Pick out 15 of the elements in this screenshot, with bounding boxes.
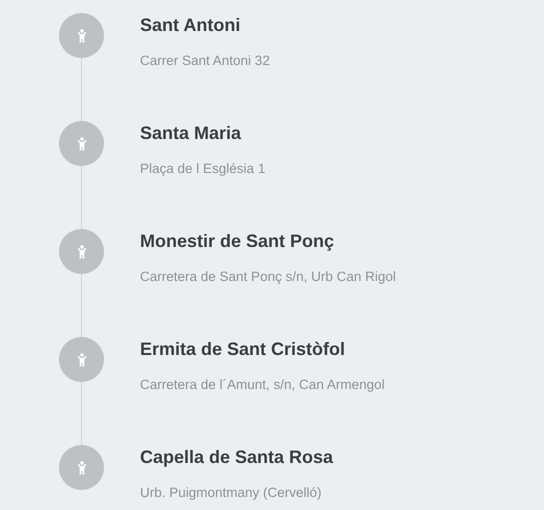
location-name: Santa Maria <box>140 122 242 144</box>
location-address: Urb. Puigmontmany (Cervelló) <box>140 484 322 502</box>
person-icon <box>76 244 86 258</box>
location-address: Carretera de Sant Ponç s/n, Urb Can Rigol <box>140 268 396 286</box>
location-address: Carretera de l´Amunt, s/n, Can Armengol <box>140 376 385 394</box>
person-icon <box>76 352 86 366</box>
person-icon <box>76 28 86 42</box>
location-name: Ermita de Sant Cristòfol <box>140 338 346 360</box>
location-name: Sant Antoni <box>140 14 240 36</box>
person-icon <box>76 460 86 474</box>
location-address: Carrer Sant Antoni 32 <box>140 52 270 70</box>
location-name: Monestir de Sant Ponç <box>140 230 334 252</box>
location-name: Capella de Santa Rosa <box>140 446 334 468</box>
person-icon <box>76 136 86 150</box>
location-address: Plaça de l Església 1 <box>140 160 266 178</box>
